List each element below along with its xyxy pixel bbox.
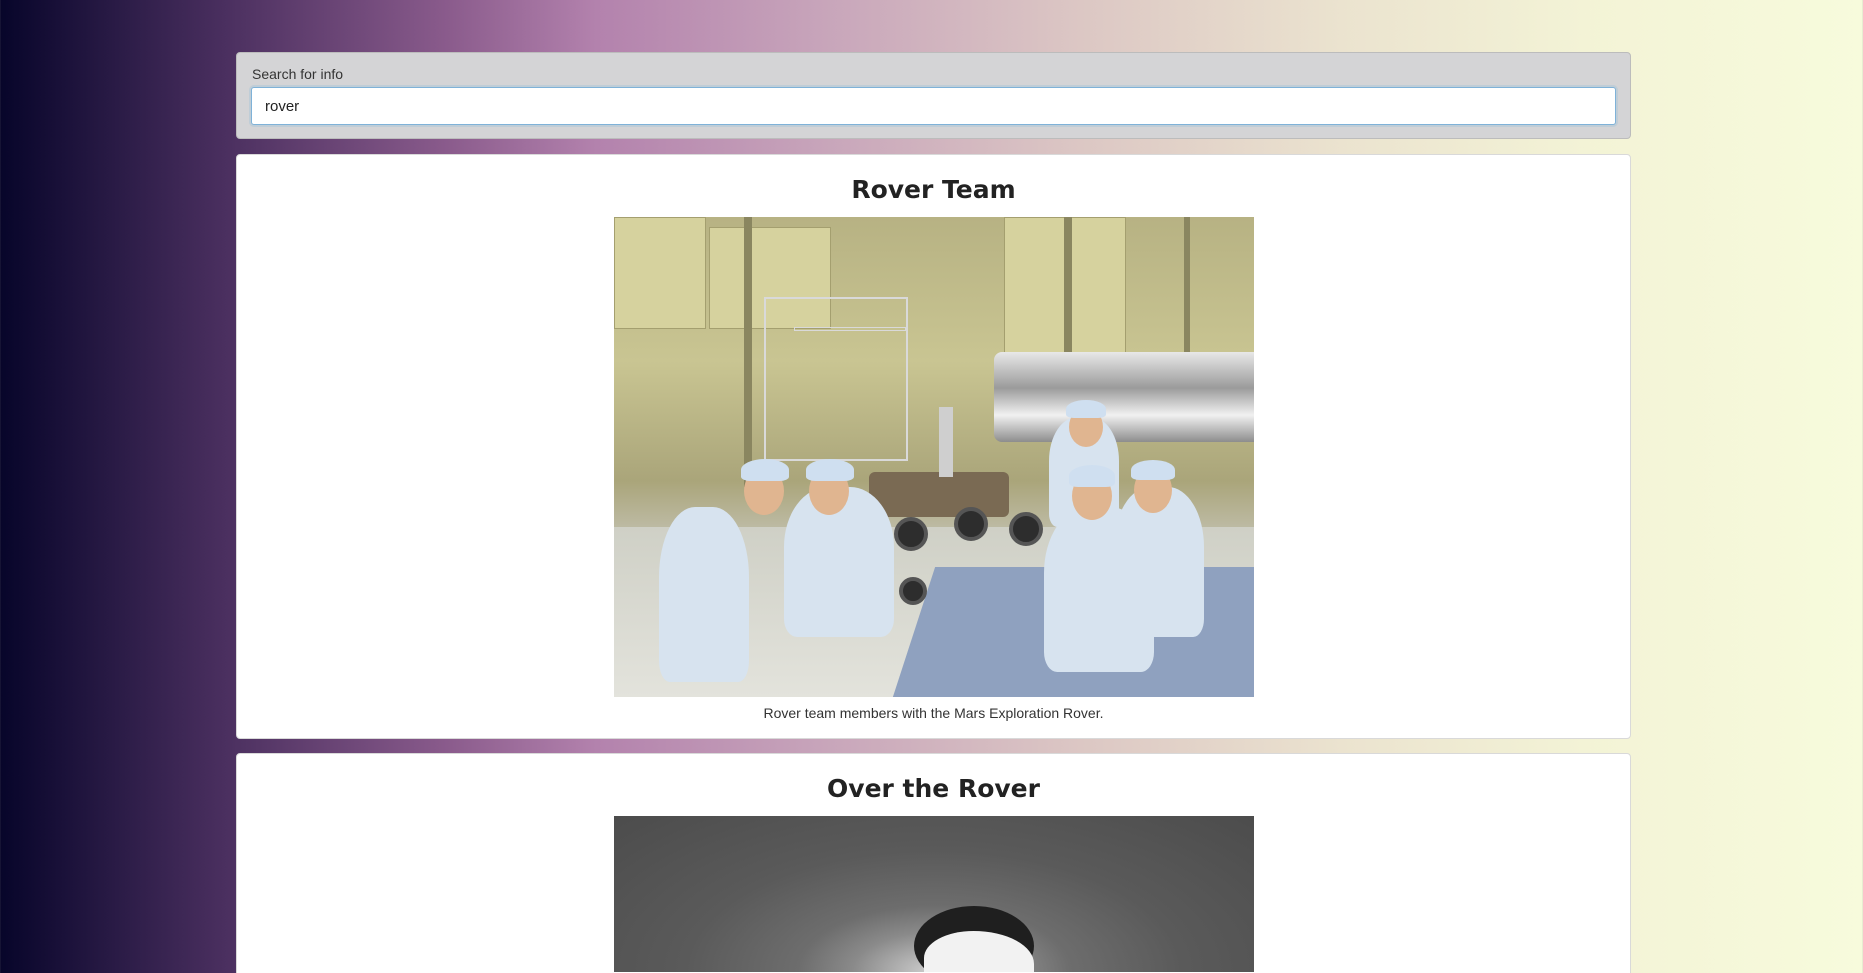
- person-cap: [805, 459, 854, 481]
- person-cap: [740, 459, 789, 481]
- photo-caption: Rover team members with the Mars Explora…: [763, 705, 1104, 721]
- over-the-rover-photo: [613, 816, 1254, 972]
- vacuum-tank: [993, 352, 1254, 442]
- rover-wheel: [953, 507, 988, 541]
- page-container: Search for info Rover Team: [236, 52, 1631, 973]
- scaffold: [763, 297, 908, 461]
- rover-team-photo: [613, 217, 1254, 697]
- result-card-rover-team: Rover Team Rover team members with the M…: [236, 154, 1631, 739]
- person-cap: [1065, 400, 1106, 418]
- person: [658, 507, 749, 682]
- beam: [743, 217, 752, 487]
- rover-wheel: [1008, 512, 1043, 546]
- search-label: Search for info: [252, 66, 344, 82]
- person-cap: [1068, 465, 1115, 487]
- person-cap: [1130, 460, 1175, 480]
- rover-wheel: [893, 517, 928, 551]
- result-card-over-the-rover: Over the Rover: [236, 753, 1631, 973]
- rover-body: [868, 472, 1009, 517]
- wall-panel: [613, 217, 706, 329]
- search-input[interactable]: [251, 87, 1616, 125]
- scaffold: [793, 327, 906, 331]
- beam: [1063, 217, 1072, 367]
- result-title: Rover Team: [851, 175, 1016, 204]
- rover-wheel: [898, 577, 927, 605]
- beam: [1183, 217, 1190, 357]
- result-title: Over the Rover: [827, 774, 1040, 803]
- rover-mast: [938, 407, 953, 477]
- search-panel: Search for info: [236, 52, 1631, 139]
